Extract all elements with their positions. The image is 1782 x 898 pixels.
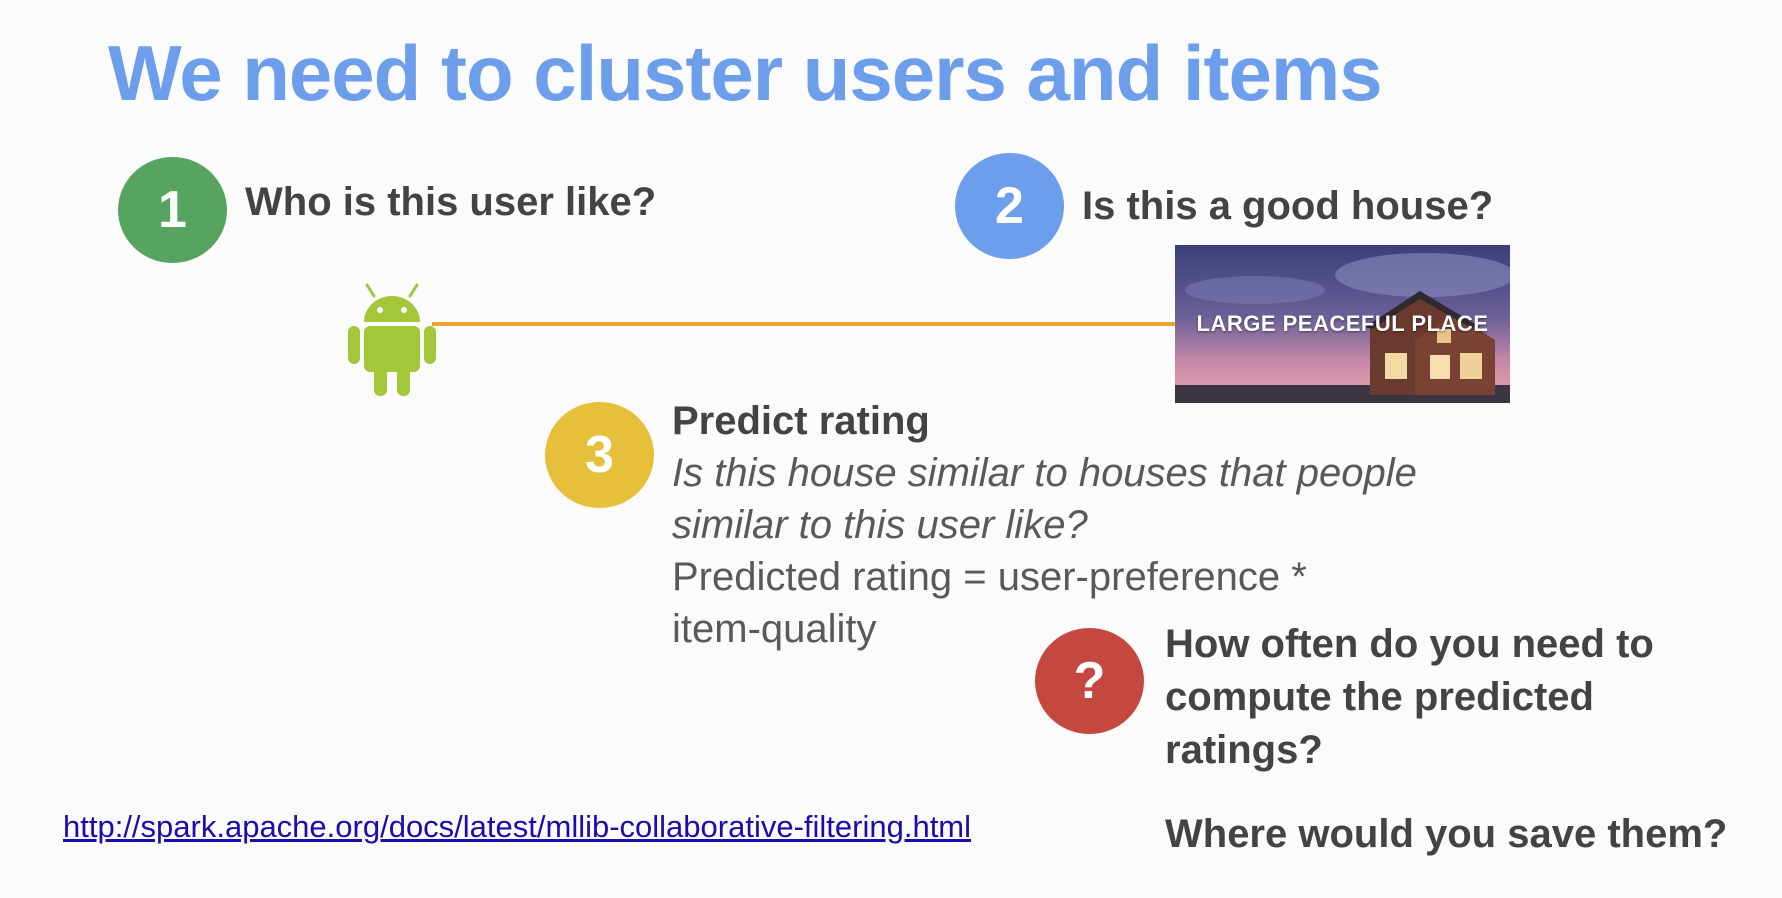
step-1-question: Who is this user like? — [245, 180, 657, 224]
step-2-number: 2 — [995, 177, 1024, 235]
question-mark: ? — [1073, 652, 1106, 710]
predict-rating-question: Is this house similar to houses that peo… — [672, 451, 1417, 547]
step-3-number: 3 — [585, 426, 614, 484]
storage-question: Where would you save them? — [1165, 812, 1728, 856]
android-robot-icon — [348, 283, 436, 396]
step-1-badge: 1 — [118, 157, 227, 263]
predict-formula-line-1: Predicted rating = user-preference * — [672, 555, 1307, 599]
house-caption: LARGE PEACEFUL PLACE — [1196, 311, 1489, 336]
predict-rating-block: Predict rating Is this house similar to … — [672, 395, 1552, 655]
step-2-question: Is this a good house? — [1082, 184, 1494, 228]
spark-docs-link[interactable]: http://spark.apache.org/docs/latest/mlli… — [63, 806, 1103, 848]
slide: We need to cluster users and items 1 Who… — [0, 0, 1782, 898]
question-badge: ? — [1035, 628, 1144, 734]
step-2-badge: 2 — [955, 153, 1064, 259]
house-photo: LARGE PEACEFUL PLACE — [1175, 245, 1510, 403]
step-3-badge: 3 — [545, 402, 654, 508]
compute-frequency-question: How often do you need to compute the pre… — [1165, 622, 1654, 772]
step-1-number: 1 — [158, 181, 187, 239]
slide-title: We need to cluster users and items — [108, 29, 1383, 117]
predict-rating-title: Predict rating — [672, 399, 930, 443]
user-item-connector-line — [432, 322, 1177, 326]
